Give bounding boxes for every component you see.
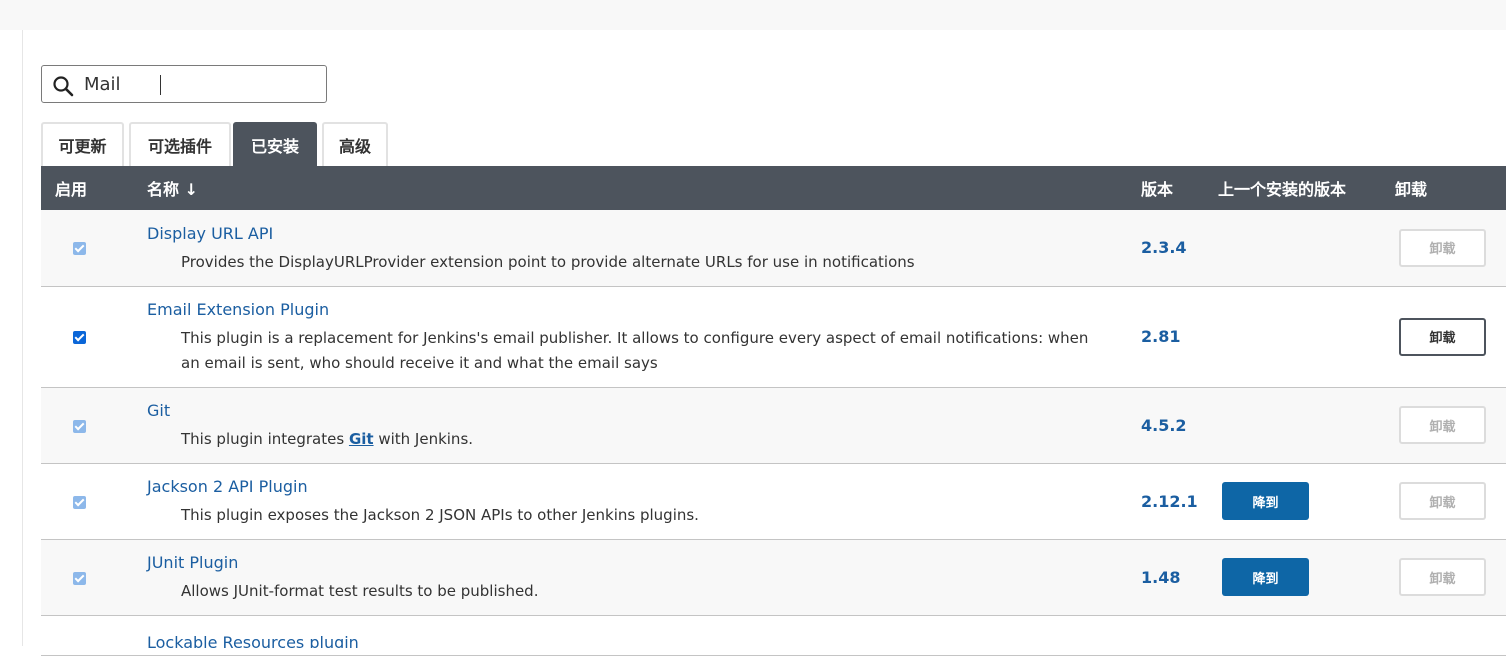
- header-version[interactable]: 版本: [1141, 166, 1218, 210]
- plugin-description: This plugin is a replacement for Jenkins…: [181, 329, 1089, 372]
- plugin-name-link[interactable]: Email Extension Plugin: [147, 299, 1141, 321]
- plugin-name-link[interactable]: Jackson 2 API Plugin: [147, 476, 1141, 498]
- uninstall-button: 卸载: [1399, 228, 1486, 267]
- plugin-version: 2.12.1: [1141, 491, 1198, 511]
- installed-plugins-table: 启用 名称 ↓ 版本 上一个安装的版本 卸载 Display URL API P…: [41, 166, 1506, 656]
- plugin-description: Allows JUnit-format test results to be p…: [181, 582, 539, 600]
- search-box[interactable]: [41, 65, 327, 103]
- uninstall-button: 卸载: [1399, 406, 1486, 444]
- description-text: with Jenkins.: [373, 430, 474, 448]
- top-bar: [0, 0, 1506, 30]
- plugin-description: This plugin integrates Git with Jenkins.: [181, 427, 1111, 452]
- plugin-name-link[interactable]: Display URL API: [147, 223, 1141, 245]
- git-link[interactable]: Git: [349, 430, 374, 448]
- header-name[interactable]: 名称 ↓: [147, 166, 1141, 210]
- plugin-version: 2.3.4: [1141, 238, 1187, 258]
- downgrade-button[interactable]: 降到: [1222, 558, 1309, 596]
- table-row: Lockable Resources plugin: [41, 615, 1506, 655]
- plugin-name-link[interactable]: JUnit Plugin: [147, 552, 1141, 574]
- search-icon: [53, 76, 74, 97]
- search-input[interactable]: [84, 72, 314, 96]
- uninstall-button[interactable]: 卸载: [1399, 317, 1486, 356]
- side-divider: [22, 30, 23, 646]
- enable-checkbox[interactable]: [73, 419, 86, 433]
- table-row: Email Extension Plugin This plugin is a …: [41, 286, 1506, 387]
- table-row: Display URL API Provides the DisplayURLP…: [41, 210, 1506, 286]
- tab-advanced[interactable]: 高级: [322, 122, 388, 166]
- plugin-version: 2.81: [1141, 327, 1181, 346]
- text-caret: [160, 75, 161, 95]
- description-text: This plugin integrates: [181, 430, 349, 448]
- tab-available[interactable]: 可选插件: [129, 122, 231, 166]
- plugin-version: 1.48: [1141, 567, 1181, 587]
- plugin-description: This plugin exposes the Jackson 2 JSON A…: [181, 506, 699, 524]
- uninstall-button: 卸载: [1399, 482, 1486, 520]
- header-previous-version: 上一个安装的版本: [1218, 180, 1347, 199]
- header-uninstall: 卸载: [1395, 180, 1428, 199]
- tab-updates[interactable]: 可更新: [41, 122, 124, 166]
- uninstall-button: 卸载: [1399, 558, 1486, 596]
- plugin-description: Provides the DisplayURLProvider extensio…: [181, 252, 915, 271]
- plugin-name-link[interactable]: Git: [147, 400, 1141, 422]
- table-row: JUnit Plugin Allows JUnit-format test re…: [41, 539, 1506, 615]
- tab-installed[interactable]: 已安装: [233, 122, 317, 166]
- enable-checkbox[interactable]: [73, 242, 86, 256]
- plugin-version: 4.5.2: [1141, 415, 1187, 435]
- table-header-row: 启用 名称 ↓ 版本 上一个安装的版本 卸载: [41, 166, 1506, 210]
- table-row: Jackson 2 API Plugin This plugin exposes…: [41, 463, 1506, 539]
- enable-checkbox[interactable]: [73, 495, 86, 509]
- enable-checkbox[interactable]: [73, 571, 86, 585]
- table-row: Git This plugin integrates Git with Jenk…: [41, 387, 1506, 463]
- enable-checkbox[interactable]: [73, 331, 86, 344]
- downgrade-button[interactable]: 降到: [1222, 482, 1309, 520]
- header-enabled: 启用: [55, 180, 88, 199]
